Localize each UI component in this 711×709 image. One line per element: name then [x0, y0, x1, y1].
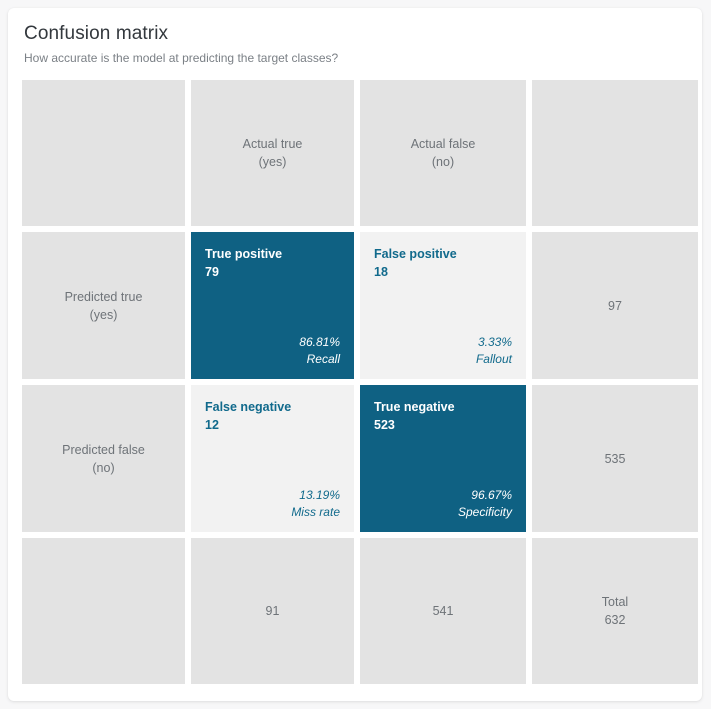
confusion-matrix-card: Confusion matrix How accurate is the mod…	[8, 8, 702, 701]
row-header-predicted-false: Predicted false (no)	[22, 385, 185, 532]
cell-false-negative-percent: 13.19%	[299, 488, 340, 502]
cell-true-positive-top: True positive 79	[205, 245, 340, 281]
cell-false-negative-label: False negative	[205, 400, 292, 414]
column-header-actual-false-label: Actual false (no)	[410, 137, 476, 169]
grand-total: Total 632	[532, 538, 698, 684]
row-total-predicted-true-value: 97	[608, 298, 622, 313]
row-header-predicted-true: Predicted true (yes)	[22, 232, 185, 379]
cell-true-positive-percent: 86.81%	[299, 335, 340, 349]
cell-false-positive[interactable]: False positive 18 3.33% Fallout	[360, 232, 526, 379]
confusion-matrix-grid: Actual true (yes) Actual false (no) Pred…	[22, 80, 698, 692]
cell-true-positive-count: 79	[205, 265, 219, 279]
cell-true-negative-top: True negative 523	[374, 398, 512, 434]
cell-false-positive-percent: 3.33%	[477, 335, 512, 349]
row-header-predicted-false-label: Predicted false (no)	[62, 442, 145, 475]
matrix-corner-cell	[22, 80, 185, 226]
column-total-actual-true-value: 91	[265, 604, 280, 618]
cell-true-negative-count: 523	[374, 418, 395, 432]
cell-true-negative[interactable]: True negative 523 96.67% Specificity	[360, 385, 526, 532]
grand-total-text: Total 632	[602, 593, 628, 629]
cell-false-positive-top: False positive 18	[374, 245, 512, 281]
card-subtitle: How accurate is the model at predicting …	[24, 51, 339, 65]
cell-true-positive-bottom: 86.81% Recall	[205, 334, 340, 368]
cell-false-positive-metric: Fallout	[475, 352, 512, 366]
column-header-actual-true: Actual true (yes)	[191, 80, 354, 226]
matrix-footer-corner-cell	[22, 538, 185, 684]
column-header-actual-false: Actual false (no)	[360, 80, 526, 226]
cell-true-negative-percent: 96.67%	[471, 488, 512, 502]
cell-false-negative-metric: Miss rate	[291, 505, 340, 519]
cell-true-positive-label: True positive	[205, 247, 283, 261]
page-title: Confusion matrix	[24, 23, 169, 44]
cell-true-negative-bottom: 96.67% Specificity	[374, 487, 512, 521]
row-header-predicted-true-label: Predicted true (yes)	[64, 289, 143, 322]
row-total-predicted-false: 535	[532, 385, 698, 532]
row-total-predicted-true: 97	[532, 232, 698, 379]
row-total-predicted-false-value: 535	[604, 451, 626, 466]
card-header: Confusion matrix How accurate is the mod…	[8, 8, 702, 66]
cell-false-negative-bottom: 13.19% Miss rate	[205, 487, 340, 521]
grand-total-label: Total	[601, 595, 629, 609]
column-total-actual-false: 541	[360, 538, 526, 684]
column-header-actual-true-label: Actual true (yes)	[242, 137, 303, 169]
cell-true-negative-label: True negative	[374, 400, 455, 414]
cell-true-positive-metric: Recall	[306, 352, 340, 366]
cell-false-positive-count: 18	[374, 265, 388, 279]
cell-false-positive-bottom: 3.33% Fallout	[374, 334, 512, 368]
cell-true-positive[interactable]: True positive 79 86.81% Recall	[191, 232, 354, 379]
cell-true-negative-metric: Specificity	[457, 505, 512, 519]
column-total-actual-true: 91	[191, 538, 354, 684]
cell-false-negative-top: False negative 12	[205, 398, 340, 434]
cell-false-positive-label: False positive	[374, 247, 457, 261]
column-total-actual-false-value: 541	[432, 604, 454, 618]
cell-false-negative-count: 12	[205, 418, 219, 432]
grand-total-value: 632	[604, 613, 626, 627]
matrix-header-row-total-cell	[532, 80, 698, 226]
cell-false-negative[interactable]: False negative 12 13.19% Miss rate	[191, 385, 354, 532]
